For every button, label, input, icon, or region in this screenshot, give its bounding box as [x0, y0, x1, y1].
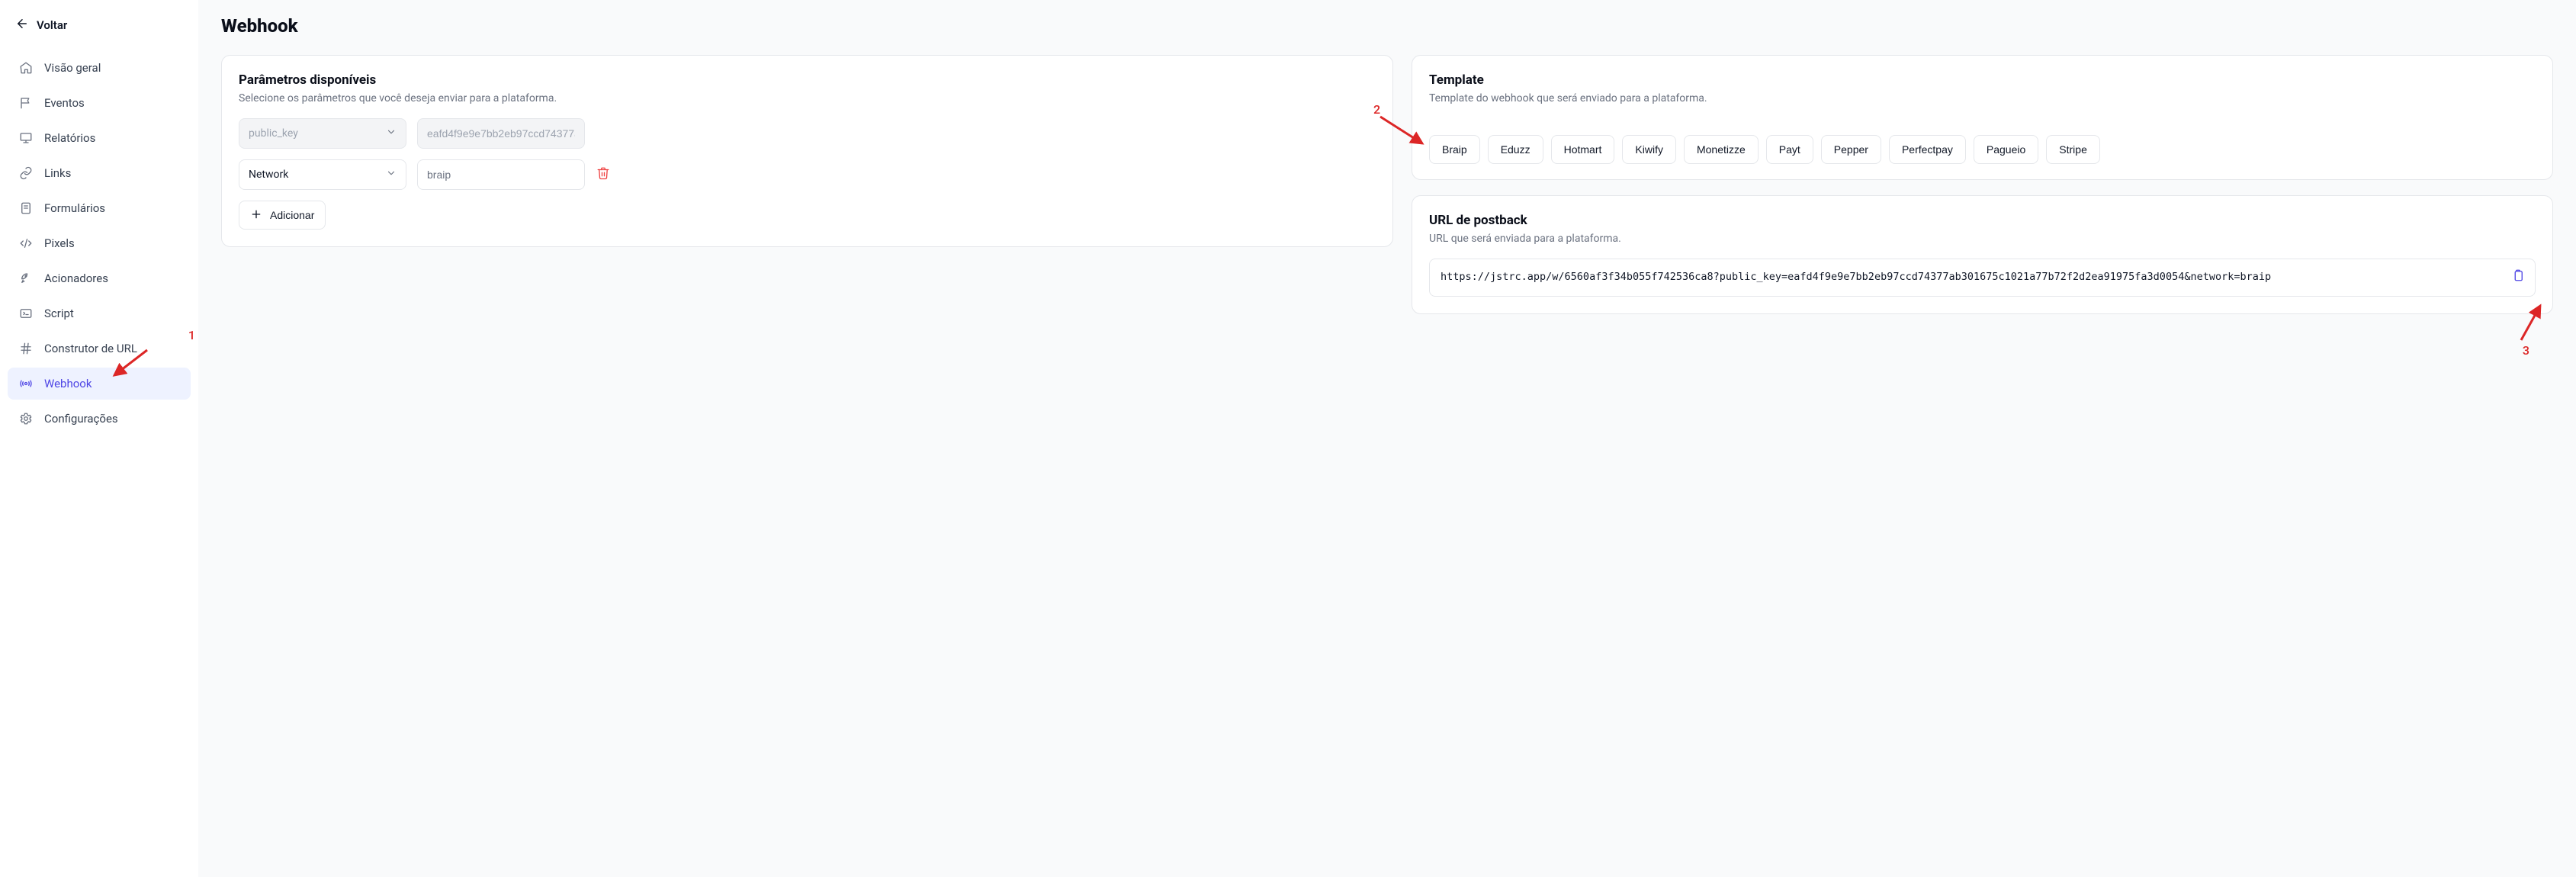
sidebar-item-script[interactable]: Script: [8, 297, 191, 329]
param-row: Network: [239, 159, 1376, 190]
page-title: Webhook: [221, 15, 2553, 37]
annotation-arrow-2: [1376, 113, 1430, 151]
document-icon: [18, 201, 34, 216]
template-card-title: Template: [1429, 72, 2536, 88]
trash-icon: [596, 166, 610, 183]
sidebar-item-links[interactable]: Links: [8, 157, 191, 189]
sidebar-item-reports[interactable]: Relatórios: [8, 122, 191, 154]
main-content: Webhook Parâmetros disponíveis Selecione…: [198, 0, 2576, 877]
sidebar-item-settings[interactable]: Configurações: [8, 403, 191, 435]
template-chip-pagueio[interactable]: Pagueio: [1974, 135, 2038, 164]
template-chip-kiwify[interactable]: Kiwify: [1622, 135, 1676, 164]
annotation-number-3: 3: [2523, 343, 2529, 358]
param-key-select-locked: public_key: [239, 118, 406, 149]
param-key-value: Network: [249, 169, 288, 181]
template-chip-eduzz[interactable]: Eduzz: [1488, 135, 1543, 164]
param-value-input[interactable]: [417, 159, 585, 190]
sidebar-item-label: Script: [44, 307, 74, 320]
hash-icon: [18, 341, 34, 356]
postback-card-title: URL de postback: [1429, 213, 2536, 228]
terminal-icon: [18, 306, 34, 321]
postback-url-box: https://jstrc.app/w/6560af3f34b055f74253…: [1429, 259, 2536, 297]
sidebar-item-overview[interactable]: Visão geral: [8, 52, 191, 84]
broadcast-icon: [18, 376, 34, 391]
sidebar-item-label: Visão geral: [44, 61, 101, 75]
template-card: Template Template do webhook que será en…: [1412, 55, 2553, 180]
sidebar-item-label: Configurações: [44, 412, 118, 426]
param-value-input-locked: [417, 118, 585, 149]
sidebar-item-label: Webhook: [44, 377, 92, 390]
add-param-label: Adicionar: [270, 209, 314, 221]
sidebar-item-label: Acionadores: [44, 271, 108, 285]
code-icon: [18, 236, 34, 251]
postback-card: URL de postback URL que será enviada par…: [1412, 195, 2553, 314]
annotation-number-1: 1: [188, 328, 195, 342]
clipboard-icon: [2511, 268, 2525, 288]
template-chip-payt[interactable]: Payt: [1766, 135, 1813, 164]
sidebar-item-label: Eventos: [44, 96, 85, 110]
plus-icon: [250, 208, 262, 223]
gear-icon: [18, 411, 34, 426]
sidebar-item-triggers[interactable]: Acionadores: [8, 262, 191, 294]
copy-url-button[interactable]: [2510, 270, 2526, 285]
template-chip-perfectpay[interactable]: Perfectpay: [1889, 135, 1966, 164]
params-card-title: Parâmetros disponíveis: [239, 72, 1376, 88]
back-link[interactable]: Voltar: [8, 15, 191, 49]
sidebar-item-pixels[interactable]: Pixels: [8, 227, 191, 259]
template-chip-stripe[interactable]: Stripe: [2046, 135, 2100, 164]
home-icon: [18, 60, 34, 75]
delete-param-button[interactable]: [596, 167, 611, 182]
template-chip-hotmart[interactable]: Hotmart: [1551, 135, 1615, 164]
postback-card-subtitle: URL que será enviada para a plataforma.: [1429, 233, 2536, 245]
template-chip-braip[interactable]: Braip: [1429, 135, 1480, 164]
link-icon: [18, 165, 34, 181]
param-key-value: public_key: [249, 127, 298, 140]
annotation-arrow-3: [2510, 298, 2548, 344]
sidebar-item-events[interactable]: Eventos: [8, 87, 191, 119]
template-card-subtitle: Template do webhook que será enviado par…: [1429, 92, 2536, 104]
template-chip-monetizze[interactable]: Monetizze: [1684, 135, 1759, 164]
params-card: Parâmetros disponíveis Selecione os parâ…: [221, 55, 1393, 247]
back-label: Voltar: [37, 18, 67, 32]
param-key-select[interactable]: Network: [239, 159, 406, 190]
chevron-down-icon: [386, 127, 397, 140]
sidebar-item-forms[interactable]: Formulários: [8, 192, 191, 224]
template-chip-pepper[interactable]: Pepper: [1821, 135, 1881, 164]
presentation-icon: [18, 130, 34, 146]
params-card-subtitle: Selecione os parâmetros que você deseja …: [239, 92, 1376, 104]
sidebar-item-webhook[interactable]: Webhook: [8, 368, 191, 400]
sidebar-item-label: Relatórios: [44, 131, 95, 145]
param-row: public_key: [239, 118, 1376, 149]
rocket-icon: [18, 271, 34, 286]
postback-url-text: https://jstrc.app/w/6560af3f34b055f74253…: [1441, 271, 2271, 283]
template-chip-row: Braip Eduzz Hotmart Kiwify Monetizze Pay…: [1429, 135, 2536, 164]
add-param-button[interactable]: Adicionar: [239, 201, 326, 230]
arrow-left-icon: [15, 17, 29, 34]
annotation-arrow-1: [105, 346, 151, 384]
sidebar: Voltar Visão geral Eventos Relatórios Li: [0, 0, 198, 877]
flag-icon: [18, 95, 34, 111]
chevron-down-icon: [386, 168, 397, 182]
sidebar-item-label: Formulários: [44, 201, 105, 215]
sidebar-item-url-builder[interactable]: Construtor de URL 1: [8, 332, 191, 365]
sidebar-item-label: Pixels: [44, 236, 75, 250]
sidebar-item-label: Links: [44, 166, 71, 180]
